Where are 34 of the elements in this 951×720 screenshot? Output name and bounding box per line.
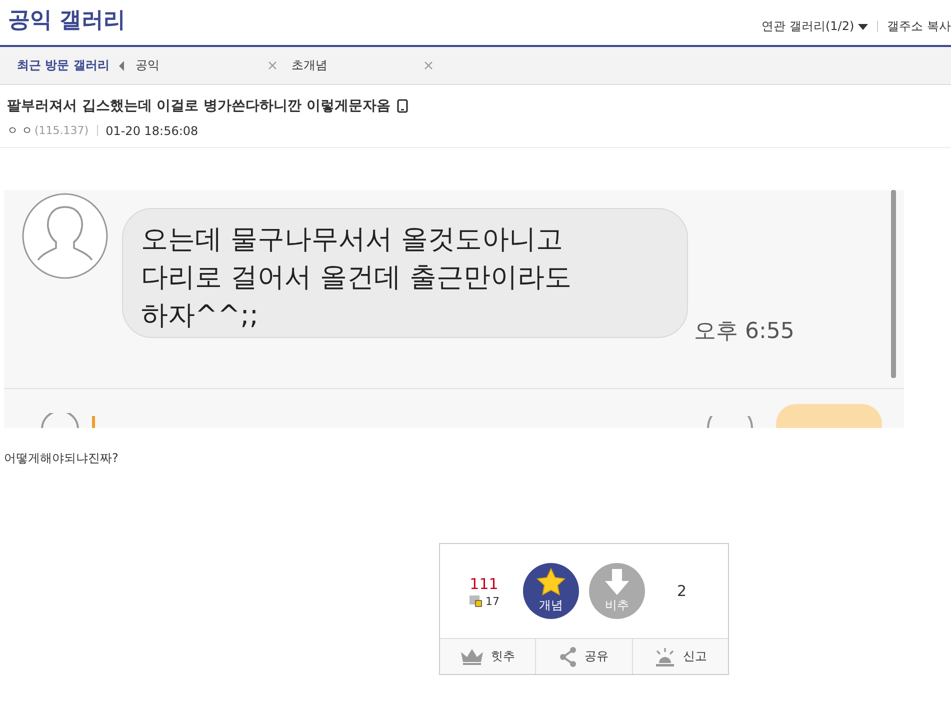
fixed-count: 17 (486, 594, 500, 608)
author-ip: (115.137) (34, 124, 89, 137)
post-body: 어떻게해야되냐진짜? (4, 450, 120, 467)
message-line: 오는데 물구나무서서 올것도아니고 (141, 223, 564, 257)
mobile-icon (396, 99, 408, 113)
share-icon (559, 646, 578, 666)
gallery-title[interactable]: 공익 갤러리 (8, 2, 126, 34)
downvote-count: 2 (677, 582, 687, 600)
down-arrow-icon (604, 568, 630, 596)
upvote-button[interactable]: 개념 (523, 563, 579, 619)
gallery-link[interactable]: 초개념 (291, 57, 328, 74)
message-line: 하자^^;; (141, 299, 260, 333)
link[interactable]: 갤주소 복사 (887, 18, 951, 35)
close-icon[interactable] (268, 61, 278, 70)
post-date: 01-20 18:56:08 (106, 124, 198, 138)
gallery-link[interactable]: 공익 (135, 57, 160, 74)
action-button[interactable]: 공유 (536, 639, 633, 674)
post-title: 팔부러져서 깁스했는데 이걸로 병가쓴다하니깐 이렇게문자옴 (7, 97, 390, 115)
crown-icon (460, 648, 484, 666)
author-name[interactable]: ㅇ ㅇ (7, 123, 32, 138)
text-cursor (92, 416, 95, 428)
prev-icon[interactable] (119, 60, 124, 70)
recent-label: 최근 방문 갤러리 (17, 57, 110, 74)
star-icon (536, 568, 566, 596)
message-line: 다리로 걸어서 올건데 출근만이라도 (141, 261, 573, 295)
close-icon[interactable] (424, 61, 434, 70)
dropdown-link[interactable]: 연관 갤러리(1/2) (762, 18, 868, 35)
action-button[interactable]: 신고 (632, 639, 728, 674)
member-icon (468, 595, 482, 607)
avatar-icon (22, 193, 108, 279)
message-time: 오후 6:55 (694, 318, 794, 346)
action-button[interactable]: 힛추 (440, 639, 536, 674)
siren-icon (654, 646, 676, 666)
upvote-count: 111 (470, 574, 498, 592)
